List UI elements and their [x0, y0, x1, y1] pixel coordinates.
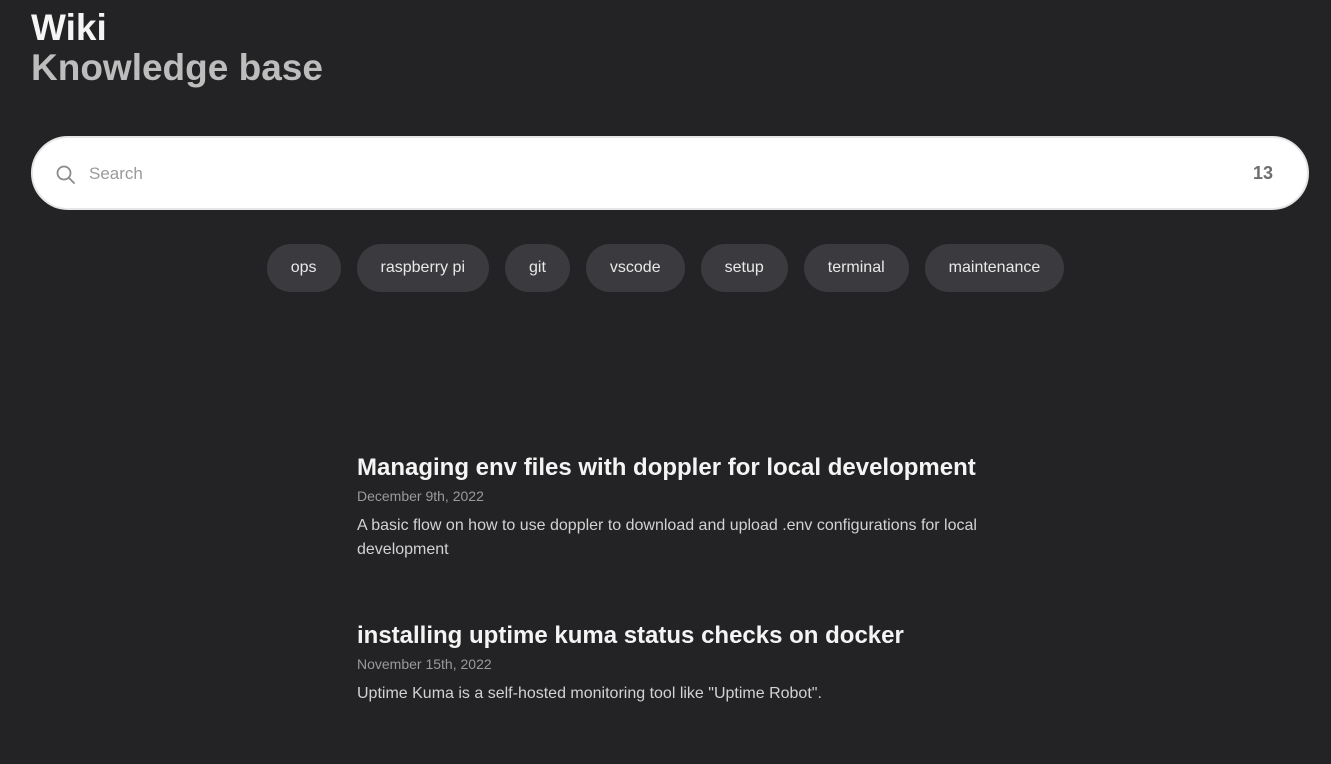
tag-git[interactable]: git — [505, 244, 570, 292]
post-description: Uptime Kuma is a self-hosted monitoring … — [357, 685, 822, 702]
post-description: A basic flow on how to use doppler to do… — [357, 517, 977, 558]
search-result-count: 13 — [1252, 163, 1273, 183]
tag-setup[interactable]: setup — [700, 244, 788, 292]
tag-raspberry-pi[interactable]: raspberry pi — [356, 244, 489, 292]
page-title: Wiki — [31, 7, 107, 48]
tag-terminal[interactable]: terminal — [803, 244, 909, 292]
post-date: December 9th, 2022 — [357, 488, 484, 504]
post-title-link[interactable]: installing uptime kuma status checks on … — [357, 620, 997, 652]
tag-ops[interactable]: ops — [266, 244, 341, 292]
page-subtitle: Knowledge base — [31, 47, 323, 88]
post-date: November 15th, 2022 — [357, 656, 492, 672]
search-input[interactable] — [89, 156, 1189, 192]
tag-vscode[interactable]: vscode — [585, 244, 685, 292]
search-icon — [55, 164, 77, 186]
tag-list: ops raspberry pi git vscode setup termin… — [0, 244, 1331, 292]
post-list: Managing env files with doppler for loca… — [357, 452, 997, 764]
post-item: Managing env files with doppler for loca… — [357, 452, 997, 562]
page-header: Wiki Knowledge base — [31, 8, 323, 88]
post-item: installing uptime kuma status checks on … — [357, 620, 997, 706]
post-title-link[interactable]: Managing env files with doppler for loca… — [357, 452, 997, 484]
search-bar[interactable]: 13 — [31, 136, 1309, 210]
tag-maintenance[interactable]: maintenance — [924, 244, 1065, 292]
